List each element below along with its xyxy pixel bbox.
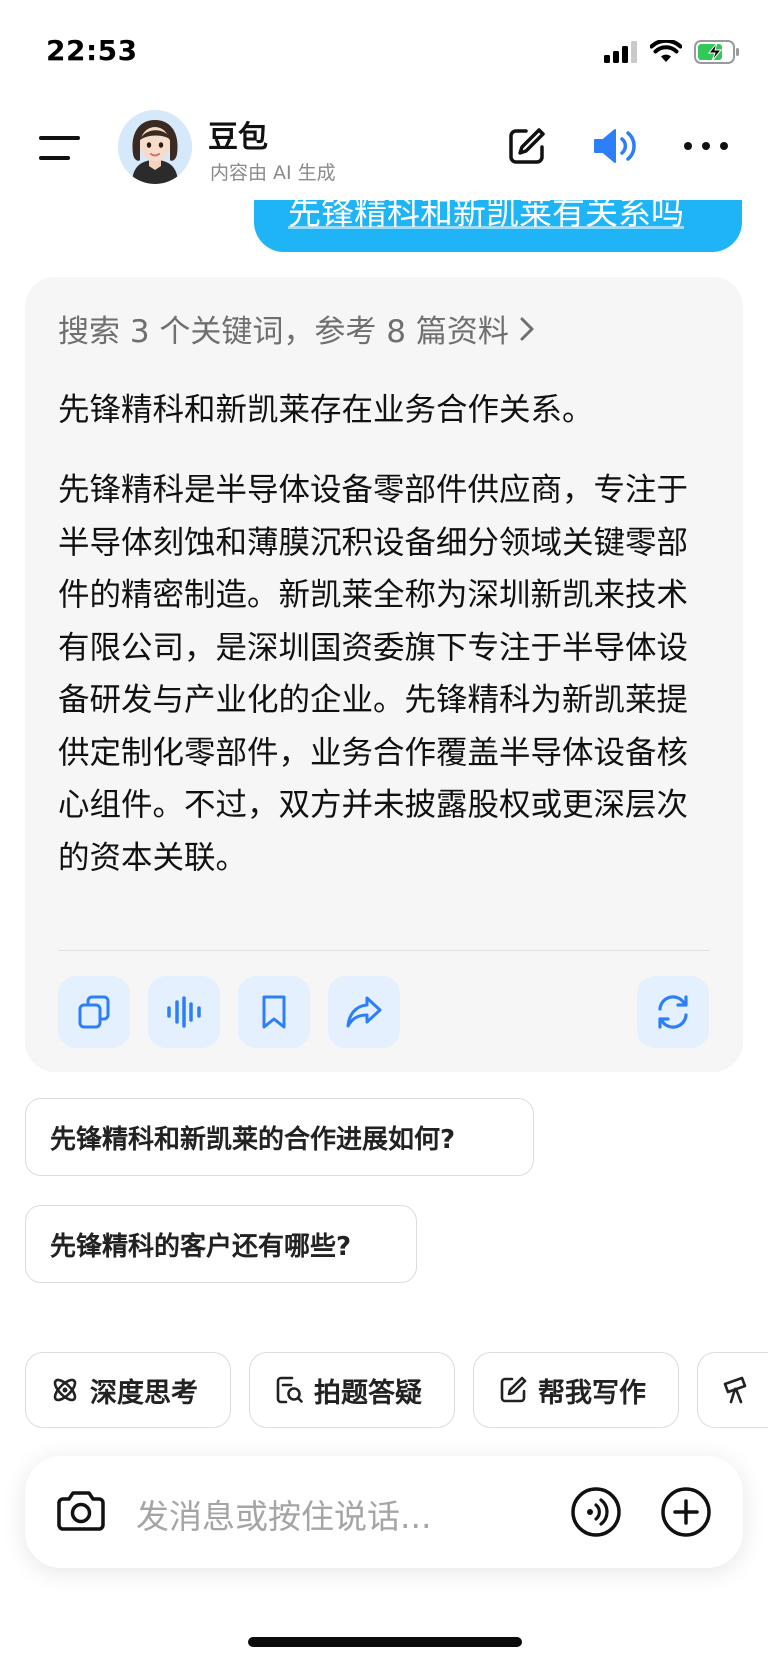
scan-question-icon (276, 1376, 303, 1404)
bookmark-button[interactable] (238, 976, 310, 1048)
regenerate-icon (658, 995, 688, 1029)
regenerate-button[interactable] (637, 976, 709, 1048)
voice-playback-button[interactable] (591, 122, 639, 170)
atom-icon (53, 1378, 77, 1402)
more-icon (684, 142, 728, 150)
write-icon (500, 1376, 527, 1403)
camera-icon (57, 1491, 105, 1531)
suggestion-chip[interactable]: 先锋精科和新凯莱的合作进展如何? (25, 1098, 534, 1176)
chip-label: 帮我写作 (538, 1377, 646, 1409)
bot-name: 豆包 (208, 120, 268, 155)
home-indicator[interactable] (248, 1637, 522, 1647)
chevron-right-icon (520, 317, 534, 340)
avatar[interactable] (118, 110, 192, 184)
status-time: 22:53 (46, 34, 138, 67)
voice-call-icon (571, 1487, 621, 1537)
search-summary-link[interactable]: 搜索 3 个关键词，参考 8 篇资料 (58, 306, 535, 351)
voice-call-button[interactable] (570, 1486, 622, 1538)
more-button[interactable] (682, 122, 730, 170)
status-icons (604, 40, 740, 64)
chip-label: 深度思考 (90, 1377, 198, 1409)
ai-disclaimer: 内容由 AI 生成 (210, 162, 336, 184)
chip-photo-question[interactable]: 拍题答疑 (249, 1352, 455, 1428)
menu-icon (39, 136, 80, 160)
reply-paragraph: 先锋精科是半导体设备零部件供应商，专注于半导体刻蚀和薄膜沉积设备细分领域关键零部… (58, 472, 689, 876)
chip-help-write[interactable]: 帮我写作 (473, 1352, 679, 1428)
camera-button[interactable] (56, 1488, 106, 1538)
copy-button[interactable] (58, 976, 130, 1048)
reply-paragraph: 先锋精科和新凯莱存在业务合作关系。 (58, 392, 594, 428)
new-chat-button[interactable] (503, 122, 551, 170)
edit-icon (509, 128, 545, 164)
avatar-image (118, 110, 192, 184)
chip-explore[interactable] (697, 1352, 768, 1428)
wifi-icon (650, 40, 682, 62)
chip-deep-think[interactable]: 深度思考 (25, 1352, 231, 1428)
copy-icon (78, 995, 110, 1029)
share-button[interactable] (328, 976, 400, 1048)
bookmark-icon (262, 995, 286, 1029)
plus-icon (661, 1487, 711, 1537)
search-summary-text: 搜索 3 个关键词，参考 8 篇资料 (58, 314, 509, 350)
message-input[interactable]: 发消息或按住说话... (136, 1490, 431, 1538)
chip-label: 拍题答疑 (314, 1377, 422, 1409)
voice-icon (167, 996, 201, 1028)
signal-icon (604, 41, 637, 63)
speaker-icon (594, 129, 636, 163)
chat-header (0, 100, 768, 200)
share-icon (346, 996, 382, 1028)
telescope-icon (723, 1376, 747, 1404)
battery-charging-icon (694, 40, 739, 64)
add-button[interactable] (660, 1486, 712, 1538)
read-aloud-button[interactable] (148, 976, 220, 1048)
suggestion-chip[interactable]: 先锋精科的客户还有哪些? (25, 1205, 417, 1283)
menu-button[interactable] (38, 132, 82, 164)
divider (58, 950, 710, 951)
